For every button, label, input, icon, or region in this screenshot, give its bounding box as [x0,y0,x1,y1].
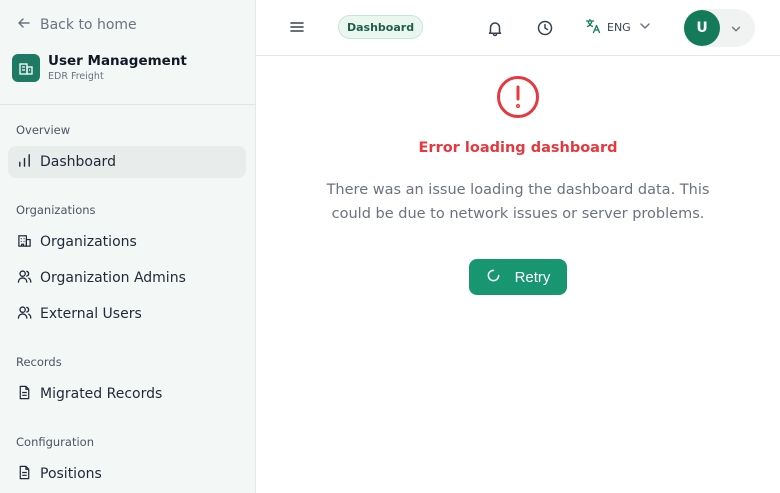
chevron-down-icon [637,18,653,37]
error-title: Error loading dashboard [418,140,618,156]
users-icon [17,305,32,324]
sidebar-item-label: Organization Admins [40,270,186,286]
sidebar-item-label: Migrated Records [40,386,163,402]
bar-chart-icon [17,153,32,172]
translate-icon [585,18,601,37]
topbar: Dashboard ENG U [256,0,780,56]
sidebar-item-label: Positions [40,466,102,482]
users-icon [17,269,32,288]
section-title-records: Records [16,355,62,369]
sidebar: Back to home User Management EDR Freight… [0,0,256,493]
avatar: U [684,10,720,46]
section-title-overview: Overview [16,123,71,137]
org-name: User Management [48,53,187,69]
refresh-icon [486,268,501,287]
arrow-left-icon [16,15,32,35]
org-subtitle: EDR Freight [48,71,104,82]
sidebar-item-organizations[interactable]: Organizations [8,226,246,258]
retry-button[interactable]: Retry [469,259,567,295]
back-to-home-link[interactable]: Back to home [16,15,137,35]
error-message: There was an issue loading the dashboard… [326,182,710,222]
back-to-home-label: Back to home [40,17,137,33]
user-menu[interactable]: U [683,9,755,47]
document-icon [17,465,32,484]
breadcrumb[interactable]: Dashboard [338,15,424,39]
sidebar-item-label: External Users [40,306,142,322]
org-header: User Management EDR Freight [12,53,187,83]
main-content: Error loading dashboard There was an iss… [256,56,780,493]
sidebar-item-organization-admins[interactable]: Organization Admins [8,262,246,294]
section-title-organizations: Organizations [16,203,96,217]
building-icon [17,233,32,252]
sidebar-item-external-users[interactable]: External Users [8,298,246,330]
sidebar-item-label: Dashboard [40,154,116,170]
sidebar-item-label: Organizations [40,234,137,250]
sidebar-item-positions[interactable]: Positions [8,458,246,490]
chevron-down-icon [729,21,743,35]
bell-icon[interactable] [486,19,504,37]
document-icon [17,385,32,404]
menu-icon[interactable] [288,18,306,36]
clock-icon[interactable] [536,19,554,37]
language-selector[interactable]: ENG [585,18,653,37]
sidebar-item-migrated-records[interactable]: Migrated Records [8,378,246,410]
sidebar-item-dashboard[interactable]: Dashboard [8,146,246,178]
error-alert-icon [495,74,541,120]
building-icon [12,54,40,82]
section-title-configuration: Configuration [16,435,94,449]
retry-label: Retry [514,268,551,286]
sidebar-divider [0,104,256,105]
language-label: ENG [607,21,631,34]
